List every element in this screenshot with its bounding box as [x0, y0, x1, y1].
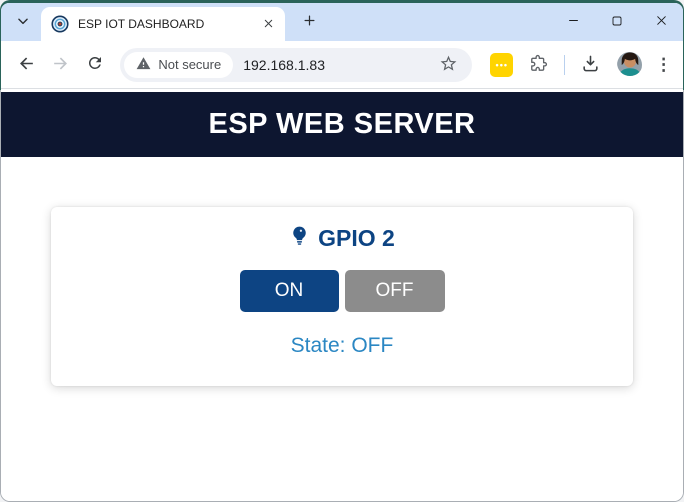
gpio-card-title: GPIO 2: [289, 225, 395, 252]
page-title: ESP WEB SERVER: [208, 108, 476, 140]
extension-badge-button[interactable]: •••: [490, 52, 514, 77]
chrome-frame: ESP IOT DASHBOARD Not secure 192.168.1.8…: [1, 3, 683, 501]
plus-icon: [302, 13, 317, 31]
gpio-card-title-text: GPIO 2: [318, 225, 395, 251]
close-icon: [655, 14, 668, 30]
gpio-on-button[interactable]: ON: [239, 270, 339, 312]
maximize-icon: [611, 15, 623, 30]
kebab-menu-icon: ⋮: [655, 54, 673, 74]
gpio-state-text: State: OFF: [290, 334, 394, 357]
puzzle-icon: [529, 54, 548, 76]
tab-title: ESP IOT DASHBOARD: [78, 17, 205, 31]
bookmark-star-button[interactable]: [436, 53, 460, 77]
esp-favicon-icon: [51, 15, 69, 33]
page-header: ESP WEB SERVER: [1, 92, 683, 157]
download-button[interactable]: [577, 51, 604, 79]
security-label: Not secure: [158, 57, 222, 72]
gpio-button-row: ON OFF: [51, 270, 633, 312]
back-arrow-icon: [17, 54, 36, 76]
download-icon: [581, 54, 600, 76]
minimize-button[interactable]: [551, 6, 595, 38]
star-icon: [439, 54, 458, 76]
toolbar-divider: [563, 54, 565, 75]
warning-icon: [136, 56, 151, 74]
profile-avatar-button[interactable]: [617, 51, 643, 78]
tab-strip: ESP IOT DASHBOARD: [1, 3, 683, 41]
forward-button[interactable]: [45, 49, 75, 81]
browser-toolbar: Not secure 192.168.1.83 ••• ⋮: [1, 41, 683, 89]
new-tab-button[interactable]: [295, 8, 323, 36]
close-window-button[interactable]: [639, 6, 683, 38]
url-text[interactable]: 192.168.1.83: [243, 57, 436, 73]
window-controls: [551, 6, 683, 38]
extensions-button[interactable]: [525, 51, 552, 79]
address-bar[interactable]: Not secure 192.168.1.83: [120, 47, 473, 82]
browser-tab[interactable]: ESP IOT DASHBOARD: [41, 7, 285, 41]
close-icon: [263, 17, 274, 32]
refresh-icon: [86, 54, 104, 75]
chevron-down-icon: [16, 14, 30, 31]
extension-badge-dots-icon: •••: [495, 59, 508, 70]
avatar: [617, 51, 643, 78]
minimize-icon: [567, 14, 580, 30]
refresh-button[interactable]: [80, 49, 110, 81]
back-button[interactable]: [11, 49, 41, 81]
forward-arrow-icon: [51, 54, 70, 76]
tab-close-button[interactable]: [259, 15, 277, 33]
security-chip[interactable]: Not secure: [124, 51, 234, 78]
gpio-card: GPIO 2 ON OFF State: OFF: [51, 207, 633, 386]
lightbulb-icon: [289, 225, 310, 252]
browser-window: ESP IOT DASHBOARD Not secure 192.168.1.8…: [0, 0, 684, 502]
gpio-off-button[interactable]: OFF: [344, 270, 445, 312]
web-page: ESP WEB SERVER GPIO 2 ON OFF State: OFF: [1, 89, 683, 501]
maximize-button[interactable]: [595, 6, 639, 38]
menu-button[interactable]: ⋮: [652, 51, 675, 79]
tab-search-button[interactable]: [9, 8, 37, 36]
